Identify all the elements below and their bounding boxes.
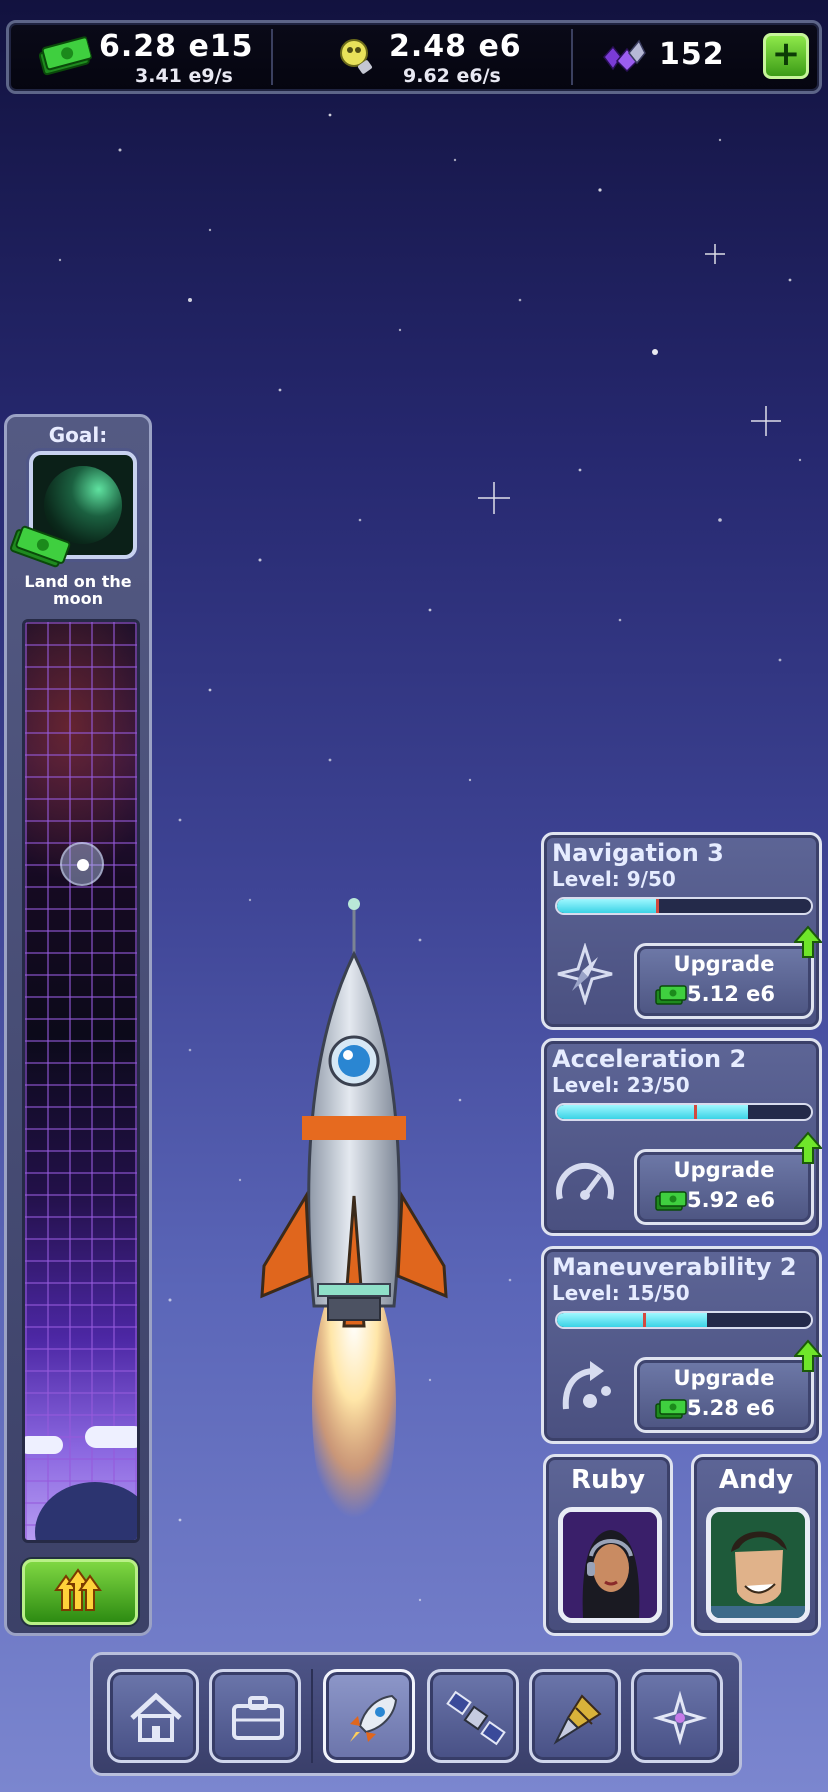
cash-amount: 6.28 e15 bbox=[99, 29, 254, 64]
arrow-up-icon bbox=[794, 925, 822, 958]
progress-grid bbox=[25, 622, 137, 1540]
upgrade-button-label: Upgrade bbox=[673, 1366, 775, 1390]
bottom-navigation bbox=[90, 1652, 742, 1776]
cash-icon bbox=[655, 1399, 687, 1419]
upgrade-progress-bar bbox=[555, 1311, 813, 1329]
satellite-icon bbox=[446, 1690, 506, 1746]
avatar bbox=[563, 1512, 657, 1618]
arrow-up-icon bbox=[794, 1131, 822, 1164]
goal-panel: Goal: Land on the moon bbox=[4, 414, 152, 1636]
speedometer-icon bbox=[556, 1162, 614, 1200]
progress-tick bbox=[643, 1313, 647, 1327]
upgrade-level: Level: 23/50 bbox=[552, 1073, 690, 1097]
altitude-progress-track bbox=[22, 619, 140, 1543]
upgrade-progress-bar bbox=[555, 897, 813, 915]
nav-mining-button[interactable] bbox=[529, 1669, 621, 1763]
upgrade-button-label: Upgrade bbox=[673, 1158, 775, 1182]
rocket-position-marker bbox=[60, 842, 104, 886]
home-icon bbox=[130, 1692, 182, 1742]
cloud bbox=[25, 1436, 63, 1454]
upgrade-button[interactable]: Upgrade 5.92 e6 bbox=[634, 1149, 814, 1225]
upgrade-progress-fill bbox=[557, 1313, 707, 1327]
lightbulb-icon bbox=[340, 39, 372, 74]
arrow-up-icon bbox=[794, 1339, 822, 1372]
resource-bar: 6.28 e15 3.41 e9/s 2.48 e6 9.62 e6/s 152… bbox=[6, 20, 822, 94]
upgrade-progress-bar bbox=[555, 1103, 813, 1121]
upgrade-cost: 5.92 e6 bbox=[687, 1188, 775, 1212]
upgrade-progress-fill bbox=[557, 1105, 748, 1119]
upgrade-progress-fill bbox=[557, 899, 657, 913]
crew-name: Andy bbox=[718, 1465, 794, 1495]
research-resource: 2.48 e6 9.62 e6/s bbox=[273, 23, 573, 91]
cloud bbox=[85, 1426, 137, 1448]
nav-home-button[interactable] bbox=[107, 1669, 199, 1763]
cash-icon bbox=[38, 36, 93, 76]
goal-label: Land on the moon bbox=[24, 572, 132, 608]
crew-portrait-andy bbox=[706, 1507, 810, 1623]
upgrade-card-navigation: Navigation 3 Level: 9/50 Upgrade 5.12 e6 bbox=[541, 832, 822, 1030]
gem-cluster-icon bbox=[603, 39, 646, 73]
triple-arrow-up-icon bbox=[54, 1568, 102, 1611]
star-compass-icon bbox=[652, 1690, 708, 1746]
cash-rate: 3.41 e9/s bbox=[135, 65, 233, 87]
drill-icon bbox=[553, 1694, 602, 1745]
moon-icon bbox=[44, 466, 122, 544]
crew-card-ruby[interactable]: Ruby bbox=[543, 1454, 673, 1636]
upgrade-name: Navigation 3 bbox=[552, 839, 724, 867]
research-amount: 2.48 e6 bbox=[389, 29, 522, 64]
cash-icon bbox=[655, 985, 687, 1005]
upgrade-cost: 5.28 e6 bbox=[687, 1396, 775, 1420]
progress-tick bbox=[694, 1105, 698, 1119]
nav-rocket-button[interactable] bbox=[323, 1669, 415, 1763]
rocket-icon bbox=[350, 1694, 398, 1742]
nav-business-button[interactable] bbox=[209, 1669, 301, 1763]
nav-satellite-button[interactable] bbox=[427, 1669, 519, 1763]
upgrade-cost: 5.12 e6 bbox=[687, 982, 775, 1006]
upgrade-button-label: Upgrade bbox=[673, 952, 775, 976]
upgrade-card-maneuverability: Maneuverability 2 Level: 15/50 Upgrade 5… bbox=[541, 1246, 822, 1444]
crew-portrait-ruby bbox=[558, 1507, 662, 1623]
boost-button[interactable] bbox=[22, 1559, 138, 1625]
cash-icon bbox=[655, 1191, 687, 1211]
progress-tick bbox=[656, 899, 660, 913]
crew-name: Ruby bbox=[570, 1465, 646, 1495]
briefcase-icon bbox=[232, 1696, 284, 1740]
navigation-compass-icon bbox=[557, 943, 613, 1005]
crew-card-andy[interactable]: Andy bbox=[691, 1454, 821, 1636]
upgrade-level: Level: 9/50 bbox=[552, 867, 676, 891]
nav-separator bbox=[311, 1669, 313, 1763]
nav-galaxy-button[interactable] bbox=[631, 1669, 723, 1763]
goal-title: Goal: bbox=[48, 423, 108, 447]
upgrade-name: Maneuverability 2 bbox=[552, 1253, 797, 1281]
upgrade-card-acceleration: Acceleration 2 Level: 23/50 Upgrade 5.92… bbox=[541, 1038, 822, 1236]
maneuver-path-icon bbox=[562, 1361, 611, 1410]
add-gems-button[interactable]: + bbox=[763, 33, 809, 79]
upgrade-name: Acceleration 2 bbox=[552, 1045, 747, 1073]
rocket-illustration bbox=[260, 898, 448, 1546]
gem-count: 152 bbox=[659, 37, 725, 72]
avatar bbox=[711, 1512, 805, 1618]
upgrade-button[interactable]: Upgrade 5.12 e6 bbox=[634, 943, 814, 1019]
cash-resource: 6.28 e15 3.41 e9/s bbox=[9, 23, 269, 91]
upgrade-level: Level: 15/50 bbox=[552, 1281, 690, 1305]
upgrade-button[interactable]: Upgrade 5.28 e6 bbox=[634, 1357, 814, 1433]
research-rate: 9.62 e6/s bbox=[403, 65, 501, 87]
